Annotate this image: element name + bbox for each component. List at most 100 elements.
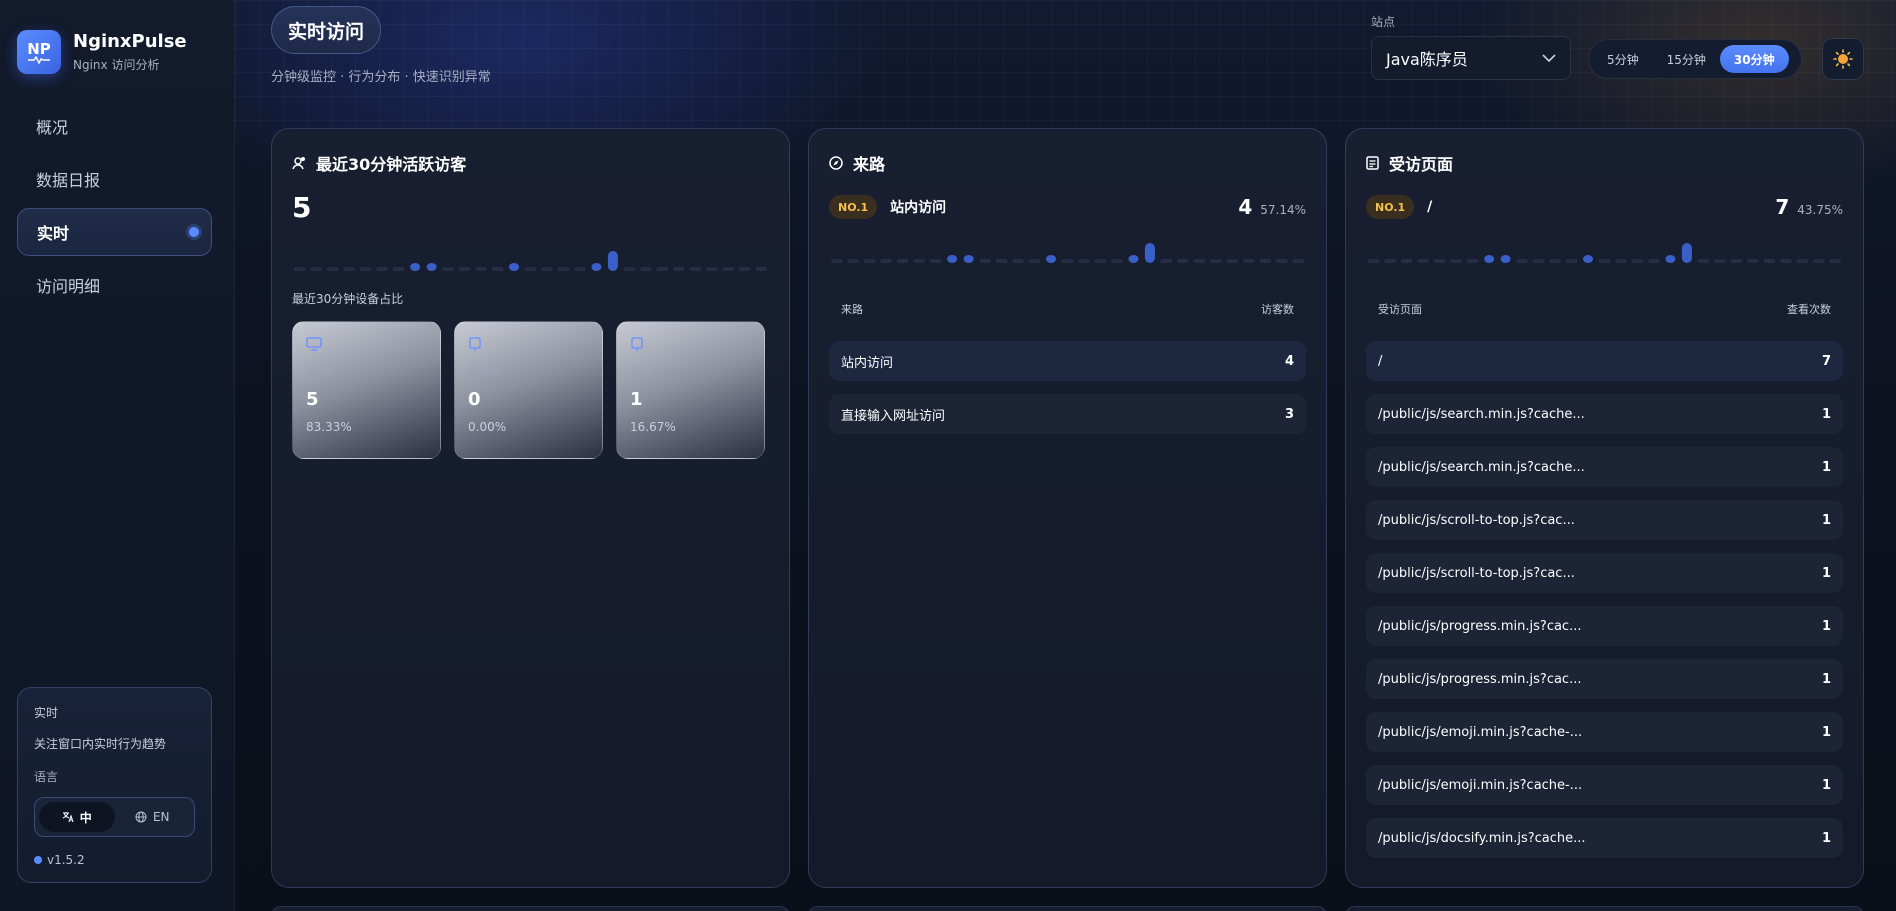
range-5min-button[interactable]: 5分钟 <box>1593 45 1653 73</box>
document-icon <box>1366 156 1379 170</box>
spark-baseline-segment <box>557 267 570 271</box>
sidebar-item-daily-report[interactable]: 数据日报 <box>17 155 212 203</box>
spark-baseline-segment <box>475 267 487 271</box>
sidebar: NP NginxPulse Nginx 访问分析 概况 数据日报 实时 访问明细… <box>0 0 235 911</box>
top-referrer-count: 4 <box>1238 195 1253 219</box>
spark-bar <box>1500 255 1511 263</box>
spark-baseline-segment <box>1648 259 1660 263</box>
spark-baseline-segment <box>376 267 388 271</box>
table-row[interactable]: 直接输入网址访问 3 <box>829 394 1306 434</box>
spark-baseline-segment <box>458 267 471 271</box>
lang-zh-label: 中 <box>79 810 92 825</box>
device-share-row: PC端 5 83.33% 移动端 0 0.00% 其他 1 16.67% <box>292 321 765 459</box>
device-card-other: 其他 1 16.67% <box>616 321 765 459</box>
spark-baseline-segment <box>1292 259 1304 263</box>
top-referrer: NO.1 站内访问 4 57.14% <box>829 193 1306 221</box>
rank-badge: NO.1 <box>829 195 878 219</box>
column-header-visitors: 访客数 <box>1261 303 1294 316</box>
table-row[interactable]: /public/js/emoji.min.js?cache-... 1 <box>1366 765 1843 805</box>
spark-baseline-segment <box>1094 259 1107 263</box>
table-row[interactable]: /public/js/scroll-to-top.js?cac... 1 <box>1366 500 1843 540</box>
device-share-caption: 最近30分钟设备占比 <box>292 292 404 306</box>
spark-baseline-segment <box>831 259 843 263</box>
row-name: 直接输入网址访问 <box>841 408 946 424</box>
table-row[interactable]: /public/js/search.min.js?cache... 1 <box>1366 394 1843 434</box>
spark-baseline-segment <box>1697 259 1710 263</box>
row-name: / <box>1378 353 1383 369</box>
spark-baseline-segment <box>524 267 537 271</box>
site-label: 站点 <box>1371 15 1396 29</box>
row-value: 1 <box>1821 671 1831 687</box>
brand-name: NginxPulse <box>73 31 187 52</box>
row-name: /public/js/progress.min.js?cac... <box>1378 671 1582 687</box>
spark-baseline-segment <box>1177 259 1189 263</box>
spark-baseline-segment <box>1384 259 1396 263</box>
sidebar-item-overview[interactable]: 概况 <box>17 102 212 150</box>
row-value: 1 <box>1821 618 1831 634</box>
spark-baseline-segment <box>1012 259 1024 263</box>
table-row[interactable]: /7 <box>1366 341 1843 381</box>
spark-bar <box>509 263 520 271</box>
panel-description: 关注窗口内实时行为趋势 <box>34 737 167 751</box>
table-row[interactable]: /public/js/docsify.min.js?cache... 1 <box>1366 818 1843 858</box>
top-referrer-name: 站内访问 <box>890 200 947 216</box>
range-15min-button[interactable]: 15分钟 <box>1653 45 1720 73</box>
sidebar-item-realtime[interactable]: 实时 <box>17 208 212 256</box>
status-dot-icon <box>34 856 42 864</box>
device-label: 其他 <box>630 365 652 378</box>
spark-baseline-segment <box>1532 259 1545 263</box>
spark-baseline-segment <box>442 267 454 271</box>
active-dot-icon <box>189 227 199 237</box>
table-row[interactable]: /public/js/emoji.min.js?cache-... 1 <box>1366 712 1843 752</box>
sidebar-nav: 概况 数据日报 实时 访问明细 <box>17 102 212 314</box>
sidebar-info-panel: 实时 关注窗口内实时行为趋势 语言 中 EN v1.5.2 <box>17 687 212 883</box>
table-row[interactable]: /public/js/scroll-to-top.js?cac... 1 <box>1366 553 1843 593</box>
row-name: /public/js/docsify.min.js?cache... <box>1378 830 1586 846</box>
sidebar-item-label: 概况 <box>36 118 69 137</box>
row-value: 1 <box>1821 777 1831 793</box>
lang-zh-button[interactable]: 中 <box>39 802 115 832</box>
spark-baseline-segment <box>689 267 702 271</box>
row-name: /public/js/search.min.js?cache... <box>1378 406 1585 422</box>
sidebar-item-access-detail[interactable]: 访问明细 <box>17 261 212 309</box>
brand[interactable]: NP NginxPulse Nginx 访问分析 <box>17 30 187 74</box>
page-title: 实时访问 <box>271 6 382 54</box>
pulse-icon <box>28 56 50 64</box>
row-name: /public/js/scroll-to-top.js?cac... <box>1378 565 1575 581</box>
device-value: 5 <box>306 389 319 410</box>
table-row[interactable]: 站内访问 4 <box>829 341 1306 381</box>
table-row[interactable]: /public/js/progress.min.js?cac... 1 <box>1366 606 1843 646</box>
range-30min-button[interactable]: 30分钟 <box>1719 45 1789 73</box>
spark-bar <box>1681 243 1692 263</box>
row-value: 1 <box>1821 459 1831 475</box>
visitors-icon <box>292 157 305 170</box>
referrers-sparkline <box>831 243 1304 263</box>
spark-baseline-segment <box>1763 259 1776 263</box>
spark-baseline-segment <box>1226 259 1239 263</box>
column-header-views: 查看次数 <box>1787 303 1831 316</box>
spark-baseline-segment <box>1813 259 1825 263</box>
spark-bar <box>1128 255 1139 263</box>
device-label: 移动端 <box>468 365 501 378</box>
device-value: 0 <box>468 389 481 410</box>
language-label: 语言 <box>34 770 59 784</box>
translate-icon <box>62 812 74 823</box>
lang-en-button[interactable]: EN <box>115 802 191 832</box>
spark-bar <box>947 255 958 263</box>
device-card-pc: PC端 5 83.33% <box>292 321 441 459</box>
active-visitor-count: 5 <box>292 191 312 224</box>
site-select[interactable]: Java陈序员 <box>1371 36 1571 80</box>
globe-icon <box>135 811 147 823</box>
device-other-icon <box>631 337 643 351</box>
spark-baseline-segment <box>343 267 355 271</box>
theme-toggle-button[interactable] <box>1822 38 1864 80</box>
table-row[interactable]: /public/js/progress.min.js?cac... 1 <box>1366 659 1843 699</box>
sidebar-item-label: 访问明细 <box>36 277 101 296</box>
spark-baseline-segment <box>995 259 1008 263</box>
pages-table: /7/public/js/search.min.js?cache... 1/pub… <box>1366 341 1843 871</box>
compass-icon <box>829 156 843 170</box>
spark-baseline-segment <box>1417 259 1429 263</box>
spark-baseline-segment <box>1549 259 1561 263</box>
table-row[interactable]: /public/js/search.min.js?cache... 1 <box>1366 447 1843 487</box>
spark-baseline-segment <box>1276 259 1288 263</box>
